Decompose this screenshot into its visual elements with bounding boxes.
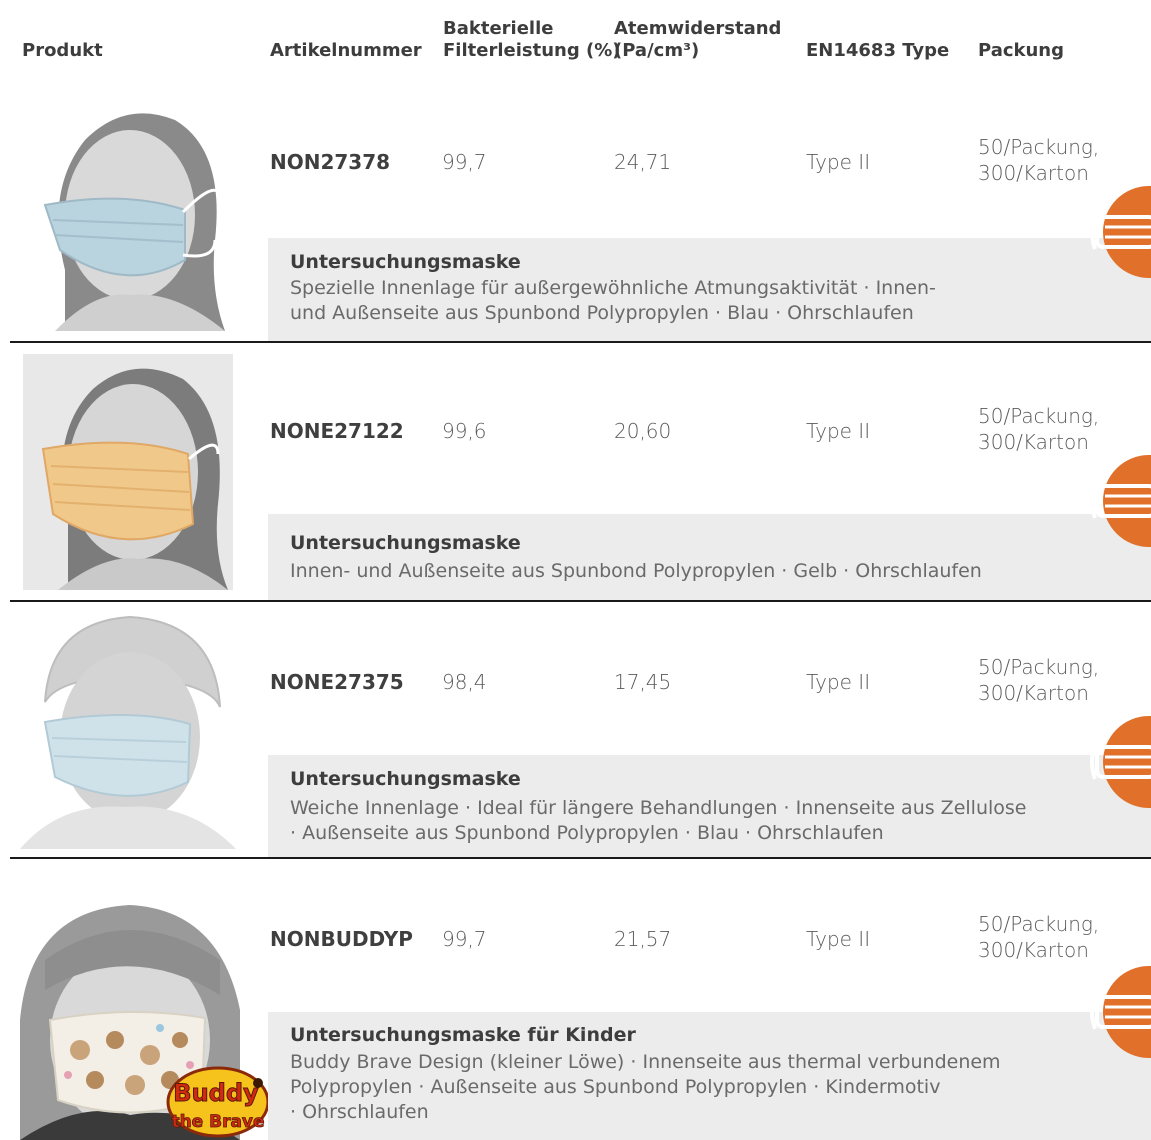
earloop-mask-icon xyxy=(1079,185,1151,279)
bfe-value: 98,4 xyxy=(442,670,487,694)
bfe-value: 99,7 xyxy=(442,927,487,951)
logo-text-line2: the Brave xyxy=(171,1112,264,1132)
logo-text-line1: Buddy xyxy=(173,1079,259,1107)
type-value: Type II xyxy=(806,150,871,174)
article-number: NONE27122 xyxy=(270,419,404,443)
resistance-value: 24,71 xyxy=(614,150,672,174)
table-row: Buddy the Brave NONBUDDYP 99,7 21,57 Typ… xyxy=(0,862,1151,1140)
product-photo-woman-yellow-mask xyxy=(23,354,233,590)
resistance-value: 17,45 xyxy=(614,670,672,694)
earloop-mask-icon xyxy=(1079,715,1151,809)
table-header: Produkt Artikelnummer Bakterielle Filter… xyxy=(0,0,1151,80)
resistance-value: 20,60 xyxy=(614,419,672,443)
product-title: Untersuchungsmaske xyxy=(290,532,521,554)
type-value: Type II xyxy=(806,670,871,694)
packaging-value: 50/Packung, 300/Karton xyxy=(978,135,1100,185)
product-photo-child-buddy-mask: Buddy the Brave xyxy=(20,900,270,1140)
article-number: NONE27375 xyxy=(270,670,404,694)
header-product: Produkt xyxy=(22,40,103,61)
product-photo-woman-blue-mask xyxy=(25,100,233,331)
header-breathing-resistance: Atemwiderstand (Pa/cm³) xyxy=(614,18,782,61)
packaging-value: 50/Packung, 300/Karton xyxy=(978,912,1100,962)
description-box: Untersuchungsmaske für Kinder Buddy Brav… xyxy=(268,1012,1151,1140)
description-box: Untersuchungsmaske Weiche Innenlage · Id… xyxy=(268,755,1151,857)
product-title: Untersuchungsmaske xyxy=(290,251,521,273)
type-value: Type II xyxy=(806,927,871,951)
product-title: Untersuchungsmaske für Kinder xyxy=(290,1024,636,1046)
table-row: NONE27375 98,4 17,45 Type II 50/Packung,… xyxy=(0,605,1151,857)
header-article-number: Artikelnummer xyxy=(270,40,422,61)
earloop-mask-icon xyxy=(1079,454,1151,548)
header-en14683-type: EN14683 Type xyxy=(806,40,950,61)
product-description: Weiche Innenlage · Ideal für längere Beh… xyxy=(290,797,1027,844)
row-separator xyxy=(10,341,1151,343)
product-title: Untersuchungsmaske xyxy=(290,768,521,790)
packaging-value: 50/Packung, 300/Karton xyxy=(978,655,1100,705)
table-row: NONE27122 99,6 20,60 Type II 50/Packung,… xyxy=(0,346,1151,600)
row-separator xyxy=(10,600,1151,602)
bfe-value: 99,7 xyxy=(442,150,487,174)
product-description: Buddy Brave Design (kleiner Löwe) · Inne… xyxy=(290,1051,1001,1123)
product-description: Innen- und Außenseite aus Spunbond Polyp… xyxy=(290,560,982,582)
table-row: NON27378 99,7 24,71 Type II 50/Packung, … xyxy=(0,98,1151,341)
row-separator xyxy=(10,857,1151,859)
buddy-the-brave-logo: Buddy the Brave xyxy=(166,1065,270,1140)
article-number: NONBUDDYP xyxy=(270,927,413,951)
description-box: Untersuchungsmaske Spezielle Innenlage f… xyxy=(268,238,1151,341)
description-box: Untersuchungsmaske Innen- und Außenseite… xyxy=(268,514,1151,600)
header-packaging: Packung xyxy=(978,40,1065,61)
earloop-mask-icon xyxy=(1079,965,1151,1059)
packaging-value: 50/Packung, 300/Karton xyxy=(978,404,1100,454)
product-description: Spezielle Innenlage für außergewöhnliche… xyxy=(290,277,936,324)
type-value: Type II xyxy=(806,419,871,443)
article-number: NON27378 xyxy=(270,150,391,174)
product-photo-man-hairnet-mask xyxy=(20,612,236,849)
header-bacterial-filtration: Bakterielle Filterleistung (%) xyxy=(443,18,621,61)
bfe-value: 99,6 xyxy=(442,419,487,443)
resistance-value: 21,57 xyxy=(614,927,672,951)
